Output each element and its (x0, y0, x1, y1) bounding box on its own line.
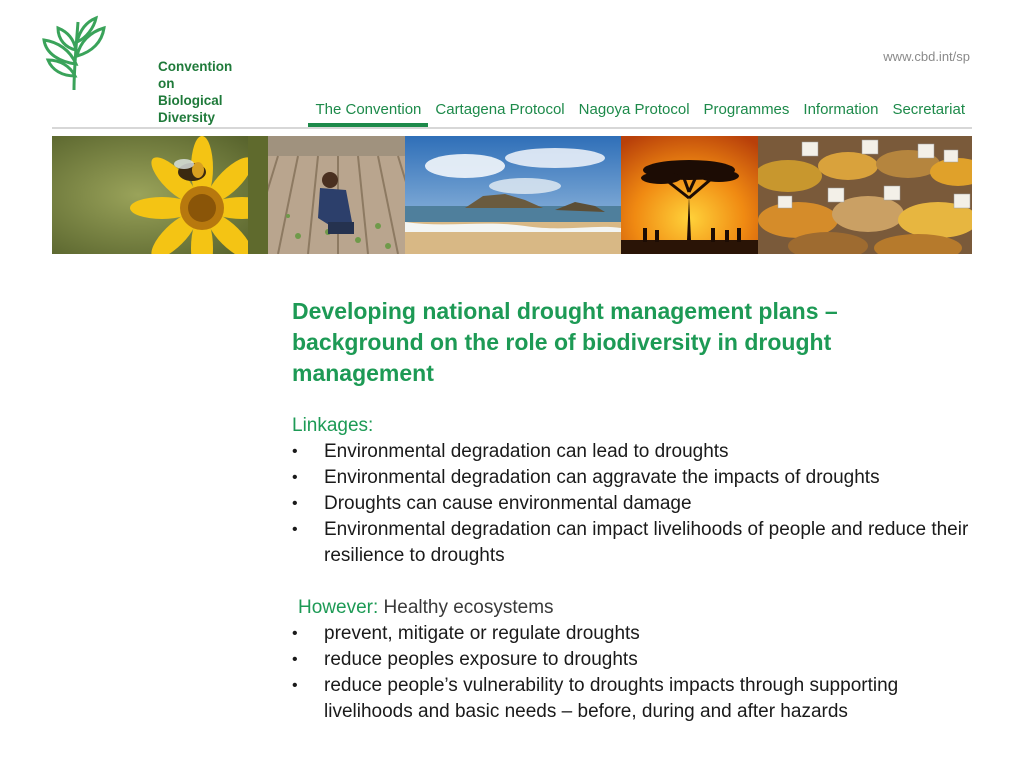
benefits-list: prevent, mitigate or regulate droughts r… (292, 621, 972, 725)
nav-item-the-convention[interactable]: The Convention (308, 100, 429, 127)
list-item: Environmental degradation can aggravate … (292, 465, 972, 491)
logo-line-2: Biological Diversity (158, 93, 223, 125)
nav-item-nagoya-protocol[interactable]: Nagoya Protocol (572, 100, 697, 126)
banner-photo-bee-flower (52, 136, 268, 254)
site-url[interactable]: www.cbd.int/sp (883, 49, 970, 64)
however-text: Healthy ecosystems (383, 597, 554, 618)
list-item: Droughts can cause environmental damage (292, 491, 972, 517)
linkages-list: Environmental degradation can lead to dr… (292, 439, 972, 569)
main-content: Developing national drought management p… (292, 296, 972, 725)
banner-photo-beach (405, 136, 621, 254)
logo-text: Convention on Biological Diversity (158, 58, 240, 126)
list-item: prevent, mitigate or regulate droughts (292, 621, 972, 647)
however-heading: However: Healthy ecosystems (292, 595, 972, 621)
banner-photo-spice-market (758, 136, 972, 254)
list-item: Environmental degradation can impact liv… (292, 517, 972, 569)
nav-item-programmes[interactable]: Programmes (697, 100, 797, 126)
nav-divider (52, 127, 972, 129)
page-title: Developing national drought management p… (292, 298, 838, 386)
main-nav: The Convention Cartagena Protocol Nagoya… (240, 100, 972, 127)
banner-photo-savanna-sunset (621, 136, 758, 254)
nav-item-cartagena-protocol[interactable]: Cartagena Protocol (428, 100, 571, 126)
logo-line-1: Convention on (158, 59, 233, 91)
banner-photo-strip (52, 136, 972, 254)
leaf-logo-icon (42, 15, 106, 91)
nav-item-secretariat[interactable]: Secretariat (885, 100, 972, 126)
list-item: Environmental degradation can lead to dr… (292, 439, 972, 465)
list-item: reduce people’s vulnerability to drought… (292, 673, 972, 725)
however-label: However: (298, 597, 379, 618)
cbd-logo[interactable]: Convention on Biological Diversity (40, 14, 240, 125)
nav-item-information[interactable]: Information (796, 100, 885, 126)
linkages-label: Linkages: (292, 415, 374, 436)
list-item: reduce peoples exposure to droughts (292, 647, 972, 673)
banner-photo-farmer-field (268, 136, 405, 254)
